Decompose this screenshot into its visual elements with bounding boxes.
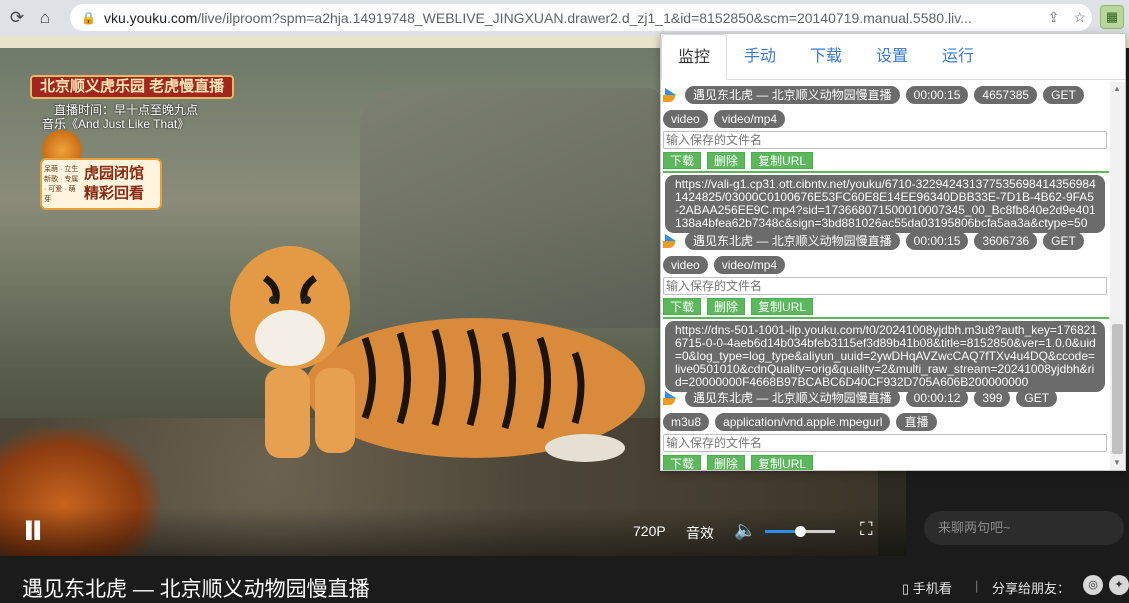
video-title: 遇见东北虎 — 北京顺义动物园慢直播 xyxy=(22,578,370,601)
entry-size: 399 xyxy=(974,389,1011,407)
delete-button[interactable]: 删除 xyxy=(707,152,746,169)
scrollbar-thumb[interactable] xyxy=(1112,324,1123,454)
entry-method: GET xyxy=(1043,232,1084,250)
delete-button[interactable]: 删除 xyxy=(707,298,746,315)
entry-method: GET xyxy=(1016,389,1058,407)
scroll-down-icon[interactable]: ▼ xyxy=(1113,458,1121,467)
entry-url: https://vali-g1.cp31.ott.cibntv.net/youk… xyxy=(665,175,1105,233)
media-entry: 遇见东北虎 — 北京顺义动物园慢直播 00:00:12 399 GET m3u8… xyxy=(663,389,1109,470)
copy-url-button[interactable]: 复制URL xyxy=(751,455,814,470)
entry-title: 遇见东北虎 — 北京顺义动物园慢直播 xyxy=(685,86,900,104)
pause-icon[interactable]: ▌▌ xyxy=(26,522,46,540)
extension-popup: 监控 手动 下载 设置 运行 遇见东北虎 — 北京顺义动物园慢直播 00:00:… xyxy=(660,33,1126,471)
entry-duration: 00:00:15 xyxy=(905,86,969,104)
reload-icon[interactable]: ⟳ xyxy=(6,7,28,29)
entry-tag: video xyxy=(663,110,708,128)
chat-input[interactable]: 来聊两句吧~ xyxy=(924,511,1124,545)
resolution-button[interactable]: 720P xyxy=(633,523,666,539)
filename-input[interactable]: 输入保存的文件名 xyxy=(663,277,1107,295)
entry-method: GET xyxy=(1043,86,1084,104)
address-bar[interactable]: 🔒 vku.youku.com/live/ilproom?spm=a2hja.1… xyxy=(70,4,1092,31)
media-type-icon xyxy=(663,87,679,103)
tab-manual[interactable]: 手动 xyxy=(727,34,793,80)
mobile-watch-label: 手机看 xyxy=(912,581,952,596)
url-path: /live/ilproom?spm=a2hja.14919748_WEBLIVE… xyxy=(197,9,972,26)
media-type-icon xyxy=(663,390,679,406)
weibo-icon[interactable]: ✦ xyxy=(1109,575,1129,595)
entry-tag: application/vnd.apple.mpegurl xyxy=(715,413,891,431)
wechat-icon[interactable]: ◎ xyxy=(1083,575,1103,595)
extension-icon[interactable]: ▦ xyxy=(1100,5,1124,29)
tab-settings[interactable]: 设置 xyxy=(859,34,925,80)
entry-duration: 00:00:12 xyxy=(905,389,969,407)
lock-icon: 🔒 xyxy=(81,10,96,25)
volume-icon[interactable]: 🔈 xyxy=(734,520,756,541)
tiger-image xyxy=(230,246,645,462)
copy-url-button[interactable]: 复制URL xyxy=(751,152,814,169)
tab-run[interactable]: 运行 xyxy=(925,34,991,80)
media-entry: 遇见东北虎 — 北京顺义动物园慢直播 00:00:15 4657385 GET … xyxy=(663,86,1109,233)
tab-download[interactable]: 下载 xyxy=(793,34,859,80)
fullscreen-icon[interactable]: ⛶ xyxy=(860,519,873,540)
entry-tag: video xyxy=(663,256,708,274)
download-button[interactable]: 下载 xyxy=(663,298,702,315)
entry-tag: video/mp4 xyxy=(713,256,786,274)
mobile-watch-link[interactable]: ▯ 手机看 xyxy=(902,578,952,597)
entry-title: 遇见东北虎 — 北京顺义动物园慢直播 xyxy=(685,389,900,407)
entry-tag: 直播 xyxy=(896,413,937,431)
entry-tag: video/mp4 xyxy=(713,110,786,128)
filename-input[interactable]: 输入保存的文件名 xyxy=(663,131,1107,149)
home-icon[interactable]: ⌂ xyxy=(34,7,56,29)
copy-url-button[interactable]: 复制URL xyxy=(751,298,814,315)
entry-tag: m3u8 xyxy=(663,413,710,431)
panel-tabs: 监控 手动 下载 设置 运行 xyxy=(661,34,1125,80)
media-entry: 遇见东北虎 — 北京顺义动物园慢直播 00:00:15 3606736 GET … xyxy=(663,232,1109,392)
share-page-icon[interactable]: ⇪ xyxy=(1048,9,1060,26)
entry-title: 遇见东北虎 — 北京顺义动物园慢直播 xyxy=(685,232,900,250)
divider: | xyxy=(975,578,979,593)
volume-slider[interactable] xyxy=(765,526,835,537)
entry-divider xyxy=(663,317,1109,319)
bookmark-star-icon[interactable]: ☆ xyxy=(1073,9,1086,26)
sound-effect-button[interactable]: 音效 xyxy=(686,523,714,543)
entry-size: 4657385 xyxy=(974,86,1038,104)
live-badge-title: 北京顺义虎乐园 老虎慢直播 xyxy=(30,75,235,99)
scroll-up-icon[interactable]: ▲ xyxy=(1113,84,1121,93)
share-label: 分享给朋友： xyxy=(992,581,1071,596)
entry-size: 3606736 xyxy=(974,232,1038,250)
delete-button[interactable]: 删除 xyxy=(707,455,746,470)
url-host: vku.youku.com xyxy=(103,9,198,26)
entry-divider xyxy=(663,171,1109,173)
media-type-icon xyxy=(663,233,679,249)
download-button[interactable]: 下载 xyxy=(663,152,702,169)
tab-monitor[interactable]: 监控 xyxy=(661,34,727,80)
download-button[interactable]: 下载 xyxy=(663,455,702,470)
promo-small-text: 呆萌 · 立生新歌 · 专属 · 可爱 · 萌芽 xyxy=(44,166,79,203)
promo-big-text: 虎园闭馆 精彩回看 xyxy=(84,165,145,202)
entry-url: https://dns-501-1001-ilp.youku.com/t0/20… xyxy=(665,321,1105,392)
entry-duration: 00:00:15 xyxy=(905,232,969,250)
filename-input[interactable]: 输入保存的文件名 xyxy=(663,434,1107,452)
volume-slider-knob[interactable] xyxy=(795,526,806,537)
